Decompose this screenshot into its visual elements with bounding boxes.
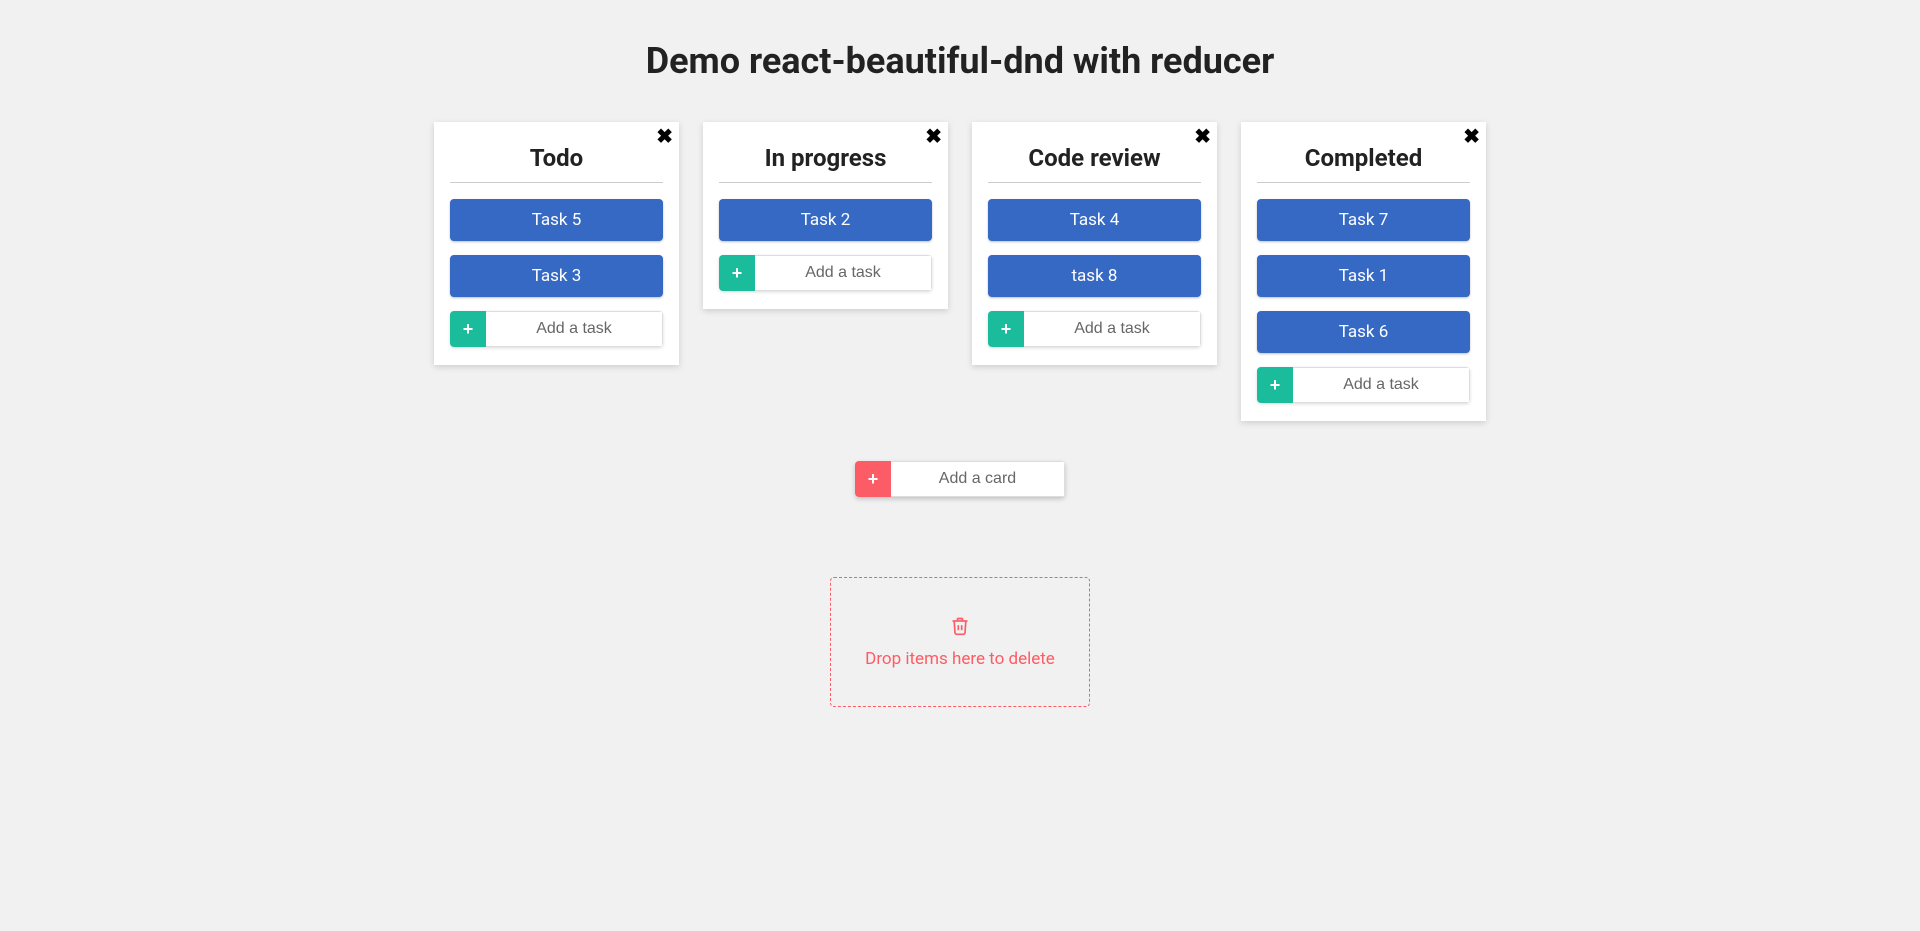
column-todo[interactable]: ✖ Todo Task 5 Task 3 + xyxy=(434,122,679,365)
add-task-input[interactable] xyxy=(1293,367,1470,403)
plus-icon: + xyxy=(1270,376,1281,394)
add-task-input[interactable] xyxy=(486,311,663,347)
add-task-group: + xyxy=(450,311,663,347)
task-card[interactable]: Task 5 xyxy=(450,199,663,241)
close-icon[interactable]: ✖ xyxy=(925,126,942,146)
kanban-board: ✖ Todo Task 5 Task 3 + ✖ In progress Tas… xyxy=(380,122,1540,421)
add-task-button[interactable]: + xyxy=(988,311,1024,347)
column-title: Code review xyxy=(988,144,1201,172)
add-card-input[interactable] xyxy=(891,461,1065,497)
divider xyxy=(450,182,663,183)
close-icon[interactable]: ✖ xyxy=(1194,126,1211,146)
column-title: In progress xyxy=(719,144,932,172)
task-card[interactable]: Task 4 xyxy=(988,199,1201,241)
column-completed[interactable]: ✖ Completed Task 7 Task 1 Task 6 + xyxy=(1241,122,1486,421)
add-task-input[interactable] xyxy=(1024,311,1201,347)
divider xyxy=(1257,182,1470,183)
task-card[interactable]: Task 7 xyxy=(1257,199,1470,241)
column-title: Todo xyxy=(450,144,663,172)
divider xyxy=(988,182,1201,183)
add-task-button[interactable]: + xyxy=(719,255,755,291)
add-card-group: + xyxy=(855,461,1065,497)
task-card[interactable]: Task 3 xyxy=(450,255,663,297)
add-task-group: + xyxy=(1257,367,1470,403)
divider xyxy=(719,182,932,183)
plus-icon: + xyxy=(732,264,743,282)
delete-zone-text: Drop items here to delete xyxy=(865,649,1055,669)
add-task-group: + xyxy=(988,311,1201,347)
trash-icon xyxy=(950,616,970,641)
plus-icon: + xyxy=(1001,320,1012,338)
add-task-button[interactable]: + xyxy=(450,311,486,347)
column-title: Completed xyxy=(1257,144,1470,172)
task-card[interactable]: task 8 xyxy=(988,255,1201,297)
plus-icon: + xyxy=(868,470,879,488)
page-title: Demo react-beautiful-dnd with reducer xyxy=(380,40,1540,82)
column-code-review[interactable]: ✖ Code review Task 4 task 8 + xyxy=(972,122,1217,365)
add-task-button[interactable]: + xyxy=(1257,367,1293,403)
add-card-button[interactable]: + xyxy=(855,461,891,497)
close-icon[interactable]: ✖ xyxy=(656,126,673,146)
plus-icon: + xyxy=(463,320,474,338)
close-icon[interactable]: ✖ xyxy=(1463,126,1480,146)
add-task-group: + xyxy=(719,255,932,291)
task-card[interactable]: Task 1 xyxy=(1257,255,1470,297)
delete-drop-zone[interactable]: Drop items here to delete xyxy=(830,577,1090,707)
task-card[interactable]: Task 6 xyxy=(1257,311,1470,353)
add-task-input[interactable] xyxy=(755,255,932,291)
column-in-progress[interactable]: ✖ In progress Task 2 + xyxy=(703,122,948,309)
task-card[interactable]: Task 2 xyxy=(719,199,932,241)
